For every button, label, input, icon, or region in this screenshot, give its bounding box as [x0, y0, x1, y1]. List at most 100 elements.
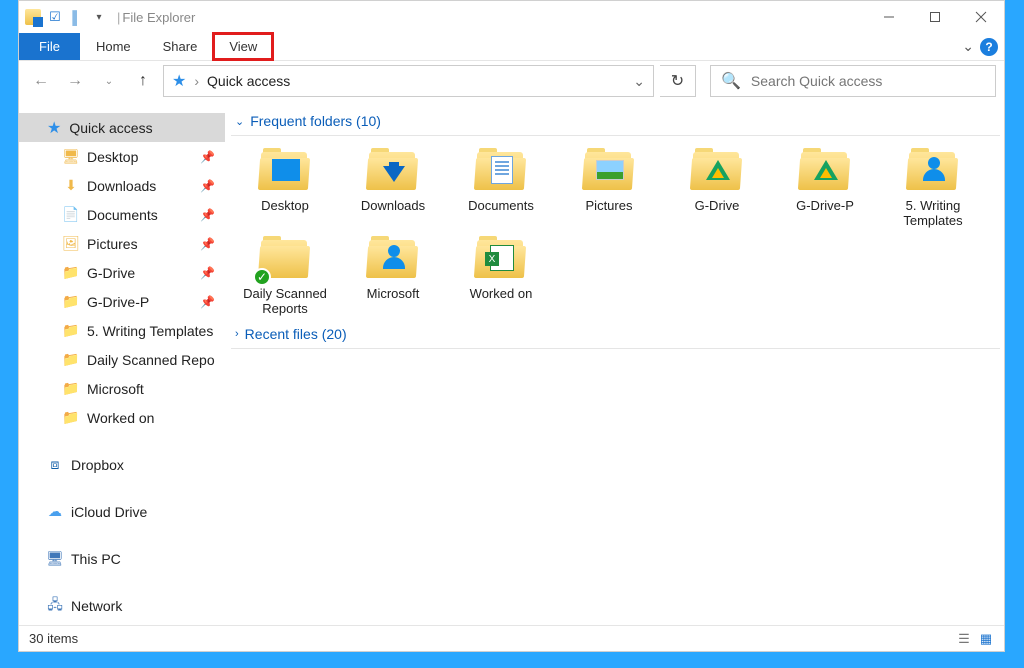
folder-label: Microsoft [367, 286, 420, 301]
refresh-button[interactable]: ↻ [660, 65, 696, 97]
ribbon-collapse-icon[interactable]: ⌄ [962, 38, 974, 55]
chevron-right-icon: › [235, 328, 239, 340]
folder-icon [581, 148, 637, 194]
sidebar-item-pictures[interactable]: 🖼 Pictures 📌 [19, 229, 225, 258]
chevron-right-icon: › [194, 73, 199, 89]
minimize-button[interactable] [866, 1, 912, 33]
sidebar-item-icloud[interactable]: ☁ iCloud Drive [19, 497, 225, 526]
folder-g-drive-p[interactable]: G-Drive-P [783, 148, 867, 228]
window-title: File Explorer [122, 10, 195, 25]
section-frequent-folders[interactable]: ⌄ Frequent folders (10) [231, 109, 1004, 133]
up-button[interactable]: ↑ [129, 67, 157, 95]
folder-downloads[interactable]: Downloads [351, 148, 435, 228]
sidebar-item-label: 5. Writing Templates [87, 323, 213, 339]
sidebar-item-worked-on[interactable]: 📁 Worked on [19, 403, 225, 432]
recent-locations-button[interactable]: ⌄ [95, 67, 123, 95]
sidebar-item-label: G-Drive-P [87, 294, 149, 310]
address-bar[interactable]: ★ › Quick access ⌄ [163, 65, 654, 97]
folder-pictures[interactable]: Pictures [567, 148, 651, 228]
sidebar-item-dropbox[interactable]: ⧈ Dropbox [19, 450, 225, 479]
folder-icon: 📁 [63, 381, 79, 397]
check-badge-icon: ✓ [253, 268, 271, 286]
sidebar-item-g-drive-p[interactable]: 📁 G-Drive-P 📌 [19, 287, 225, 316]
pin-icon: 📌 [200, 266, 215, 280]
folder-icon [473, 236, 529, 282]
folder-desktop[interactable]: Desktop [243, 148, 327, 228]
content-pane: ⌄ Frequent folders (10) Desktop Download… [225, 101, 1004, 625]
star-icon: ★ [47, 118, 61, 138]
folder-icon [797, 148, 853, 194]
sidebar-item-g-drive[interactable]: 📁 G-Drive 📌 [19, 258, 225, 287]
large-icons-view-button[interactable]: ▦ [978, 631, 994, 647]
forward-button[interactable]: → [61, 67, 89, 95]
maximize-button[interactable] [912, 1, 958, 33]
close-button[interactable] [958, 1, 1004, 33]
item-count: 30 items [29, 631, 78, 646]
folder-5-writing-templates[interactable]: 5. Writing Templates [891, 148, 975, 228]
pictures-icon: 🖼 [63, 236, 79, 252]
back-button[interactable]: ← [27, 67, 55, 95]
sidebar-item-desktop[interactable]: 🖥 Desktop 📌 [19, 142, 225, 171]
folder-label: 5. Writing Templates [891, 198, 975, 228]
help-icon[interactable]: ? [980, 38, 998, 56]
tab-share[interactable]: Share [147, 33, 214, 60]
folder-icon: 📁 [63, 352, 79, 368]
sidebar-item-quick-access[interactable]: ★ Quick access [19, 113, 225, 142]
navigation-pane: ★ Quick access 🖥 Desktop 📌 ⬇ Downloads 📌… [19, 101, 225, 625]
divider [231, 348, 1000, 349]
section-label: Recent files (20) [245, 326, 347, 342]
sidebar-item-label: Quick access [69, 120, 152, 136]
sidebar-item-label: Daily Scanned Repo [87, 352, 215, 368]
folder-icon: 📁 [63, 323, 79, 339]
documents-icon: 📄 [63, 207, 79, 223]
details-view-button[interactable]: ☰ [956, 631, 972, 647]
folder-icon: 📁 [63, 265, 79, 281]
folder-daily-scanned-reports[interactable]: ✓ Daily Scanned Reports [243, 236, 327, 316]
pin-icon: 📌 [200, 150, 215, 164]
folder-microsoft[interactable]: Microsoft [351, 236, 435, 316]
tab-view[interactable]: View [213, 33, 273, 60]
address-location: Quick access [207, 73, 290, 89]
sidebar-item-label: Microsoft [87, 381, 144, 397]
folder-label: Worked on [470, 286, 533, 301]
qat-properties-icon[interactable]: ☑ [47, 9, 63, 25]
sidebar-item-documents[interactable]: 📄 Documents 📌 [19, 200, 225, 229]
folder-icon: 📁 [63, 294, 79, 310]
tab-file[interactable]: File [19, 33, 80, 60]
qat-dropdown-icon[interactable]: ▾ [91, 9, 107, 25]
sidebar-item-microsoft[interactable]: 📁 Microsoft [19, 374, 225, 403]
tab-home[interactable]: Home [80, 33, 147, 60]
desktop-icon: 🖥 [63, 149, 79, 165]
sidebar-item-this-pc[interactable]: 🖥 This PC [19, 544, 225, 573]
folder-icon [365, 236, 421, 282]
sidebar-item-label: Dropbox [71, 457, 124, 473]
sidebar-item-network[interactable]: 🖧 Network [19, 591, 225, 620]
sidebar-item-downloads[interactable]: ⬇ Downloads 📌 [19, 171, 225, 200]
search-icon: 🔍 [721, 71, 741, 91]
folder-documents[interactable]: Documents [459, 148, 543, 228]
search-input[interactable] [751, 73, 985, 89]
section-recent-files[interactable]: › Recent files (20) [231, 322, 1004, 346]
sidebar-item-5-writing-templates[interactable]: 📁 5. Writing Templates [19, 316, 225, 345]
folder-worked-on[interactable]: Worked on [459, 236, 543, 316]
folder-label: Documents [468, 198, 534, 213]
sidebar-item-label: Downloads [87, 178, 156, 194]
folder-icon [365, 148, 421, 194]
folder-grid: Desktop Downloads Documents Pictures [231, 136, 1004, 322]
ribbon-tabs: File Home Share View ⌄ ? [19, 33, 1004, 61]
this-pc-icon: 🖥 [47, 551, 63, 567]
navbar: ← → ⌄ ↑ ★ › Quick access ⌄ ↻ 🔍 [19, 61, 1004, 101]
folder-icon [473, 148, 529, 194]
pin-icon: 📌 [200, 208, 215, 222]
address-dropdown-icon[interactable]: ⌄ [633, 73, 645, 90]
section-label: Frequent folders (10) [250, 113, 381, 129]
search-box[interactable]: 🔍 [710, 65, 996, 97]
sidebar-item-label: Pictures [87, 236, 138, 252]
dropbox-icon: ⧈ [47, 457, 63, 473]
qat-newfolder-icon[interactable]: ▌ [69, 9, 85, 25]
sidebar-item-daily-scanned-repo[interactable]: 📁 Daily Scanned Repo [19, 345, 225, 374]
folder-g-drive[interactable]: G-Drive [675, 148, 759, 228]
file-explorer-window: ☑ ▌ ▾ | File Explorer File Home Share Vi… [18, 0, 1005, 652]
sidebar-item-label: Documents [87, 207, 158, 223]
sidebar-item-label: This PC [71, 551, 121, 567]
